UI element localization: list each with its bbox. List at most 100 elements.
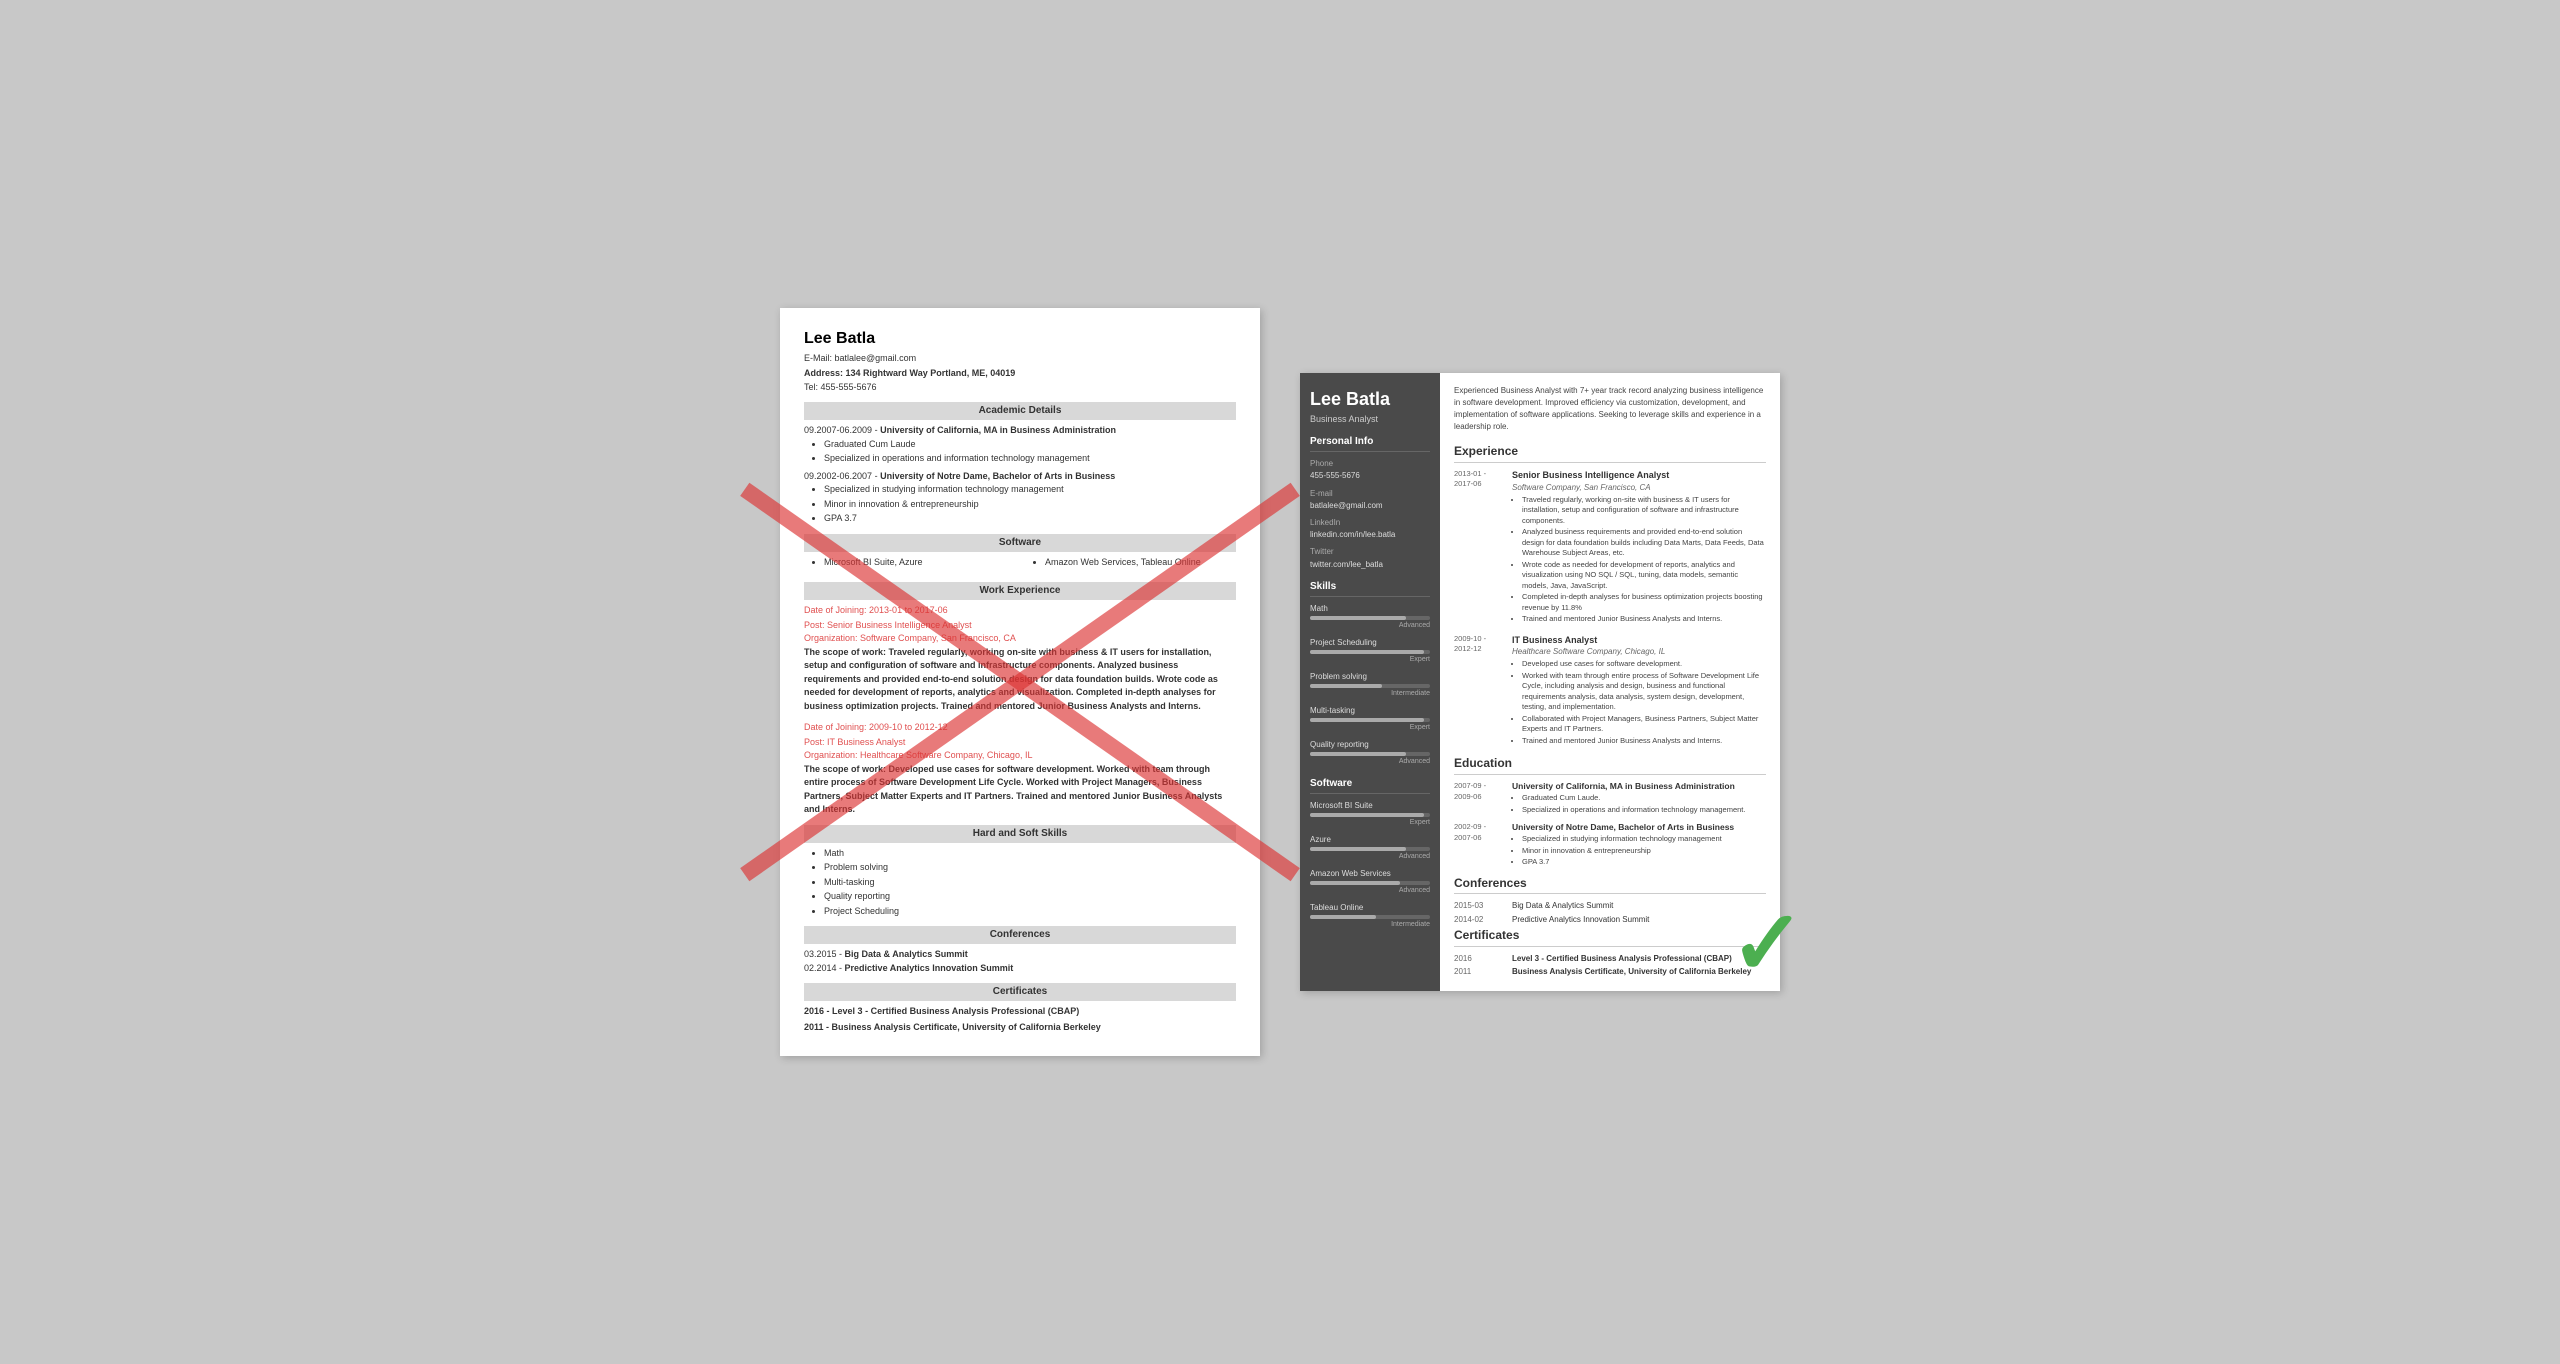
conf-right-date-1: 2015-03 <box>1454 900 1504 911</box>
scope-label-1: The scope of work: <box>804 647 886 657</box>
work-org-2: Organization: Healthcare Software Compan… <box>804 749 1236 763</box>
personal-section-title: Personal Info <box>1310 435 1430 452</box>
cert-entry-1: 2016 - Level 3 - Certified Business Anal… <box>804 1005 1236 1019</box>
list-item: Microsoft BI Suite, Azure <box>824 556 1015 570</box>
software-name-tableau: Tableau Online <box>1310 902 1430 913</box>
list-item: Developed use cases for software develop… <box>1522 659 1766 670</box>
education-section-title: Education <box>1454 755 1766 775</box>
linkedin-value: linkedin.com/in/lee.batla <box>1310 529 1430 540</box>
list-item: Specialized in operations and informatio… <box>1522 805 1766 816</box>
left-email: E-Mail: batlalee@gmail.com <box>804 352 1236 365</box>
exp-bullets-2: Developed use cases for software develop… <box>1522 659 1766 746</box>
conf-right-date-2: 2014-02 <box>1454 914 1504 925</box>
work-date-1: Date of Joining: 2013-01 to 2017-06 <box>804 604 1236 618</box>
work-org-1: Organization: Software Company, San Fran… <box>804 632 1236 646</box>
edu-end-2: 2007-06 <box>1454 833 1504 844</box>
cert-year-2: 2011 - <box>804 1022 829 1032</box>
work-scope-2: The scope of work: Developed use cases f… <box>804 763 1236 817</box>
list-item: GPA 3.7 <box>1522 857 1766 868</box>
software-col2: Amazon Web Services, Tableau Online <box>1045 556 1236 571</box>
exp-dates-1: 2013-01 - 2017-06 <box>1454 469 1504 626</box>
skill-level-math: Advanced <box>1310 621 1430 631</box>
skill-problem-solving: Problem solving Intermediate <box>1310 671 1430 699</box>
conf-right-name-2: Predictive Analytics Innovation Summit <box>1512 914 1649 925</box>
skill-math: Math Advanced <box>1310 603 1430 631</box>
work-entry-1: Date of Joining: 2013-01 to 2017-06 Post… <box>804 604 1236 713</box>
list-item: Graduated Cum Laude. <box>1522 793 1766 804</box>
certificates-section-header: Certificates <box>804 983 1236 1001</box>
email-label: E-mail <box>1310 488 1430 499</box>
software-level-azure: Advanced <box>1310 852 1430 862</box>
edu-bullets-2: Specialized in studying information tech… <box>824 483 1236 526</box>
exp-company-1: Software Company, San Francisco, CA <box>1512 482 1766 493</box>
list-item: Traveled regularly, working on-site with… <box>1522 495 1766 527</box>
skill-level-prob: Intermediate <box>1310 689 1430 699</box>
list-item: Trained and mentored Junior Business Ana… <box>1522 736 1766 747</box>
resume-right: Lee Batla Business Analyst Personal Info… <box>1300 373 1780 991</box>
edu-entry-2: 09.2002-06.2007 - University of Notre Da… <box>804 470 1236 526</box>
right-main: Experienced Business Analyst with 7+ yea… <box>1440 373 1780 991</box>
right-name: Lee Batla <box>1310 389 1430 411</box>
software-bi-suite: Microsoft BI Suite Expert <box>1310 800 1430 828</box>
right-summary: Experienced Business Analyst with 7+ yea… <box>1454 385 1766 433</box>
skill-project-scheduling: Project Scheduling Expert <box>1310 637 1430 665</box>
edu-right-bullets-1: Graduated Cum Laude. Specialized in oper… <box>1522 793 1766 815</box>
edu-right-entry-1: 2007-09 - 2009-06 University of Californ… <box>1454 781 1766 816</box>
conf-name-1: Big Data & Analytics Summit <box>845 949 968 959</box>
left-tel: Tel: 455-555-5676 <box>804 381 1236 394</box>
left-address: Address: 134 Rightward Way Portland, ME,… <box>804 367 1236 380</box>
right-title: Business Analyst <box>1310 413 1430 426</box>
skills-section: Math Problem solving Multi-tasking Quali… <box>804 847 1236 919</box>
software-bar-fill-azure <box>1310 847 1406 851</box>
cert-right-entry-2: 2011 Business Analysis Certificate, Univ… <box>1454 966 1766 977</box>
software-col1: Microsoft BI Suite, Azure <box>824 556 1015 571</box>
cert-right-name-1: Level 3 - Certified Business Analysis Pr… <box>1512 953 1732 964</box>
exp-company-2: Healthcare Software Company, Chicago, IL <box>1512 646 1766 657</box>
work-section-header: Work Experience <box>804 582 1236 600</box>
software-section-header: Software <box>804 534 1236 552</box>
work-post-1: Post: Senior Business Intelligence Analy… <box>804 619 1236 633</box>
software-level-tableau: Intermediate <box>1310 920 1430 930</box>
list-item: Specialized in operations and informatio… <box>824 452 1236 466</box>
work-scope-1: The scope of work: Traveled regularly, w… <box>804 646 1236 714</box>
cert-right-entry-1: 2016 Level 3 - Certified Business Analys… <box>1454 953 1766 964</box>
edu-right-dates-2: 2002-09 - 2007-06 <box>1454 822 1504 868</box>
software-bar-bg-bi <box>1310 813 1430 817</box>
academic-section: 09.2007-06.2009 - University of Californ… <box>804 424 1236 526</box>
email-value: batlalee@gmail.com <box>1310 500 1430 511</box>
skill-bar-fill-ps <box>1310 650 1424 654</box>
skill-bar-fill-mt <box>1310 718 1424 722</box>
software-name-aws: Amazon Web Services <box>1310 868 1430 879</box>
edu-degree-1: University of California, MA in Business… <box>880 425 1116 435</box>
work-entry-2: Date of Joining: 2009-10 to 2012-12 Post… <box>804 721 1236 817</box>
list-item: Minor in innovation & entrepreneurship <box>824 498 1236 512</box>
edu-dates-1: 09.2007-06.2009 <box>804 425 872 435</box>
edu-right-content-2: University of Notre Dame, Bachelor of Ar… <box>1512 822 1766 868</box>
certificates-section-title: Certificates <box>1454 927 1766 947</box>
list-item: Math <box>824 847 1236 861</box>
skill-name-mt: Multi-tasking <box>1310 705 1430 716</box>
edu-start-1: 2007-09 - <box>1454 781 1504 792</box>
edu-right-entry-2: 2002-09 - 2007-06 University of Notre Da… <box>1454 822 1766 868</box>
skill-name-ps: Project Scheduling <box>1310 637 1430 648</box>
conf-right-entry-1: 2015-03 Big Data & Analytics Summit <box>1454 900 1766 911</box>
skills-list: Math Problem solving Multi-tasking Quali… <box>824 847 1236 919</box>
list-item: GPA 3.7 <box>824 512 1236 526</box>
conf-right-name-1: Big Data & Analytics Summit <box>1512 900 1613 911</box>
edu-bullets-1: Graduated Cum Laude Specialized in opera… <box>824 438 1236 466</box>
conferences-section-title: Conferences <box>1454 875 1766 895</box>
conf-entry-2: 02.2014 - Predictive Analytics Innovatio… <box>804 962 1236 976</box>
exp-start-2: 2009-10 - <box>1454 634 1504 645</box>
skill-bar-bg-mt <box>1310 718 1430 722</box>
phone-label: Phone <box>1310 458 1430 469</box>
software-two-col: Microsoft BI Suite, Azure Amazon Web Ser… <box>804 556 1236 575</box>
exp-end-1: 2017-06 <box>1454 479 1504 490</box>
list-item: Multi-tasking <box>824 876 1236 890</box>
list-item: Quality reporting <box>824 890 1236 904</box>
skill-bar-fill-math <box>1310 616 1406 620</box>
skill-level-ps: Expert <box>1310 655 1430 665</box>
work-post-2: Post: IT Business Analyst <box>804 736 1236 750</box>
cert-name-1: Level 3 - Certified Business Analysis Pr… <box>832 1006 1079 1016</box>
linkedin-label: LinkedIn <box>1310 517 1430 528</box>
edu-end-1: 2009-06 <box>1454 792 1504 803</box>
